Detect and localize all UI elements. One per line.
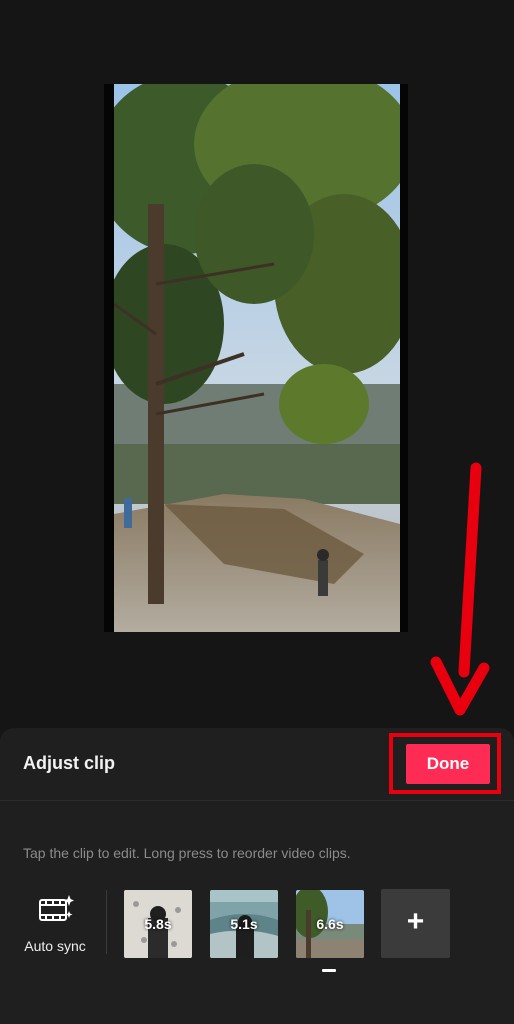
clip-duration: 6.6s bbox=[316, 916, 344, 932]
video-preview[interactable] bbox=[104, 84, 408, 632]
add-clip-button[interactable]: + bbox=[381, 889, 450, 958]
hint-text: Tap the clip to edit. Long press to reor… bbox=[23, 845, 351, 861]
selected-clip-indicator bbox=[322, 969, 336, 972]
panel-header: Adjust clip Done bbox=[0, 728, 514, 801]
clip-thumbnail-3[interactable]: 6.6s bbox=[296, 890, 364, 958]
vertical-divider bbox=[106, 890, 107, 954]
video-frame-image bbox=[104, 84, 408, 632]
done-button[interactable]: Done bbox=[406, 744, 490, 784]
auto-sync-label: Auto sync bbox=[24, 938, 86, 954]
clip-thumbnail-2[interactable]: 5.1s bbox=[210, 890, 278, 958]
clip-duration: 5.1s bbox=[230, 916, 258, 932]
auto-sync-button[interactable]: Auto sync bbox=[16, 890, 94, 960]
panel-title: Adjust clip bbox=[23, 753, 116, 773]
plus-icon: + bbox=[406, 905, 425, 938]
clip-thumbnail-1[interactable]: 5.8s bbox=[124, 890, 192, 958]
adjust-clip-panel: Adjust clip Done Tap the clip to edit. L… bbox=[0, 728, 514, 1024]
red-arrow-icon bbox=[430, 462, 490, 716]
film-sparkle-icon bbox=[39, 895, 74, 921]
clip-duration: 5.8s bbox=[144, 916, 172, 932]
